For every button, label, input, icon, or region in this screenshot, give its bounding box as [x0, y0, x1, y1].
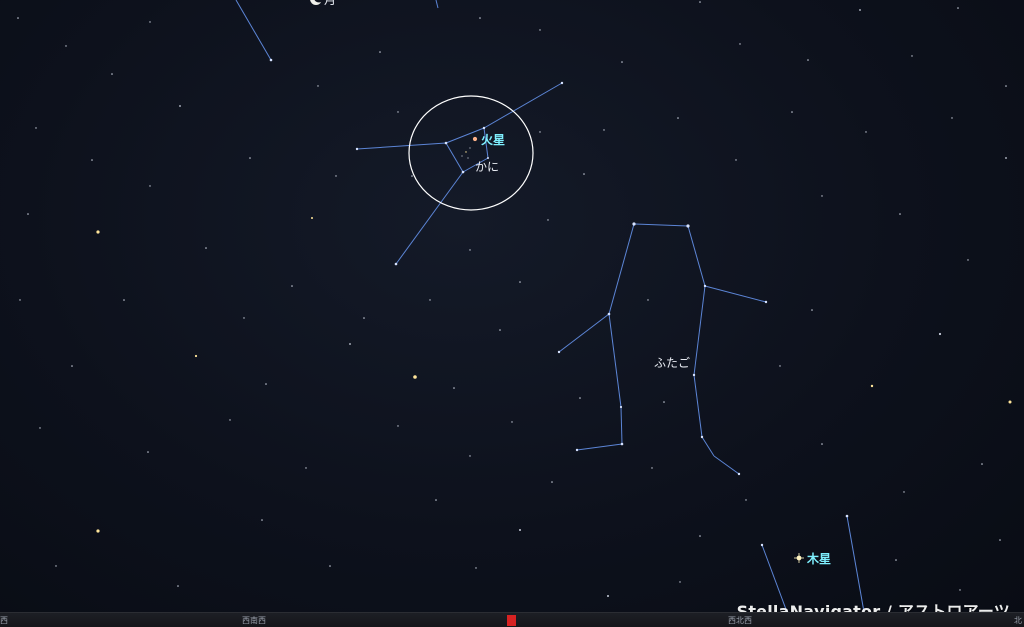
direction-west-northwest: 西北西	[728, 616, 752, 625]
view-center-marker	[507, 615, 516, 626]
star-chart-app: 月 かに 火星 ふたご 木星 西 西南西 西北西 北	[0, 0, 1024, 627]
planet-star-icon	[472, 136, 478, 142]
top-constellation-lines	[235, 0, 439, 62]
cancer-label: かに	[475, 160, 499, 174]
background-stars	[17, 1, 1012, 597]
jupiter-label: 木星	[806, 551, 831, 566]
highlight-circle	[408, 95, 534, 211]
planet-star-icon	[794, 553, 804, 563]
cancer-constellation[interactable]: かに	[355, 81, 564, 266]
horizon-direction-bar[interactable]: 西 西南西 西北西 北	[0, 612, 1024, 627]
sky-chart[interactable]: 月 かに 火星 ふたご 木星	[0, 0, 1024, 612]
direction-west: 西	[0, 616, 8, 625]
direction-north: 北	[1014, 616, 1022, 625]
direction-west-southwest: 西南西	[242, 616, 266, 625]
mars-marker[interactable]: 火星	[472, 133, 505, 147]
moon-label: 月	[324, 0, 336, 7]
praesepe-cluster	[461, 147, 471, 159]
gemini-constellation[interactable]: ふたご	[557, 222, 768, 476]
moon-marker[interactable]: 月	[310, 0, 336, 7]
crescent-moon-icon	[310, 0, 324, 5]
mars-label: 火星	[481, 133, 505, 147]
gemini-label: ふたご	[654, 355, 690, 370]
jupiter-marker[interactable]: 木星	[794, 551, 831, 566]
